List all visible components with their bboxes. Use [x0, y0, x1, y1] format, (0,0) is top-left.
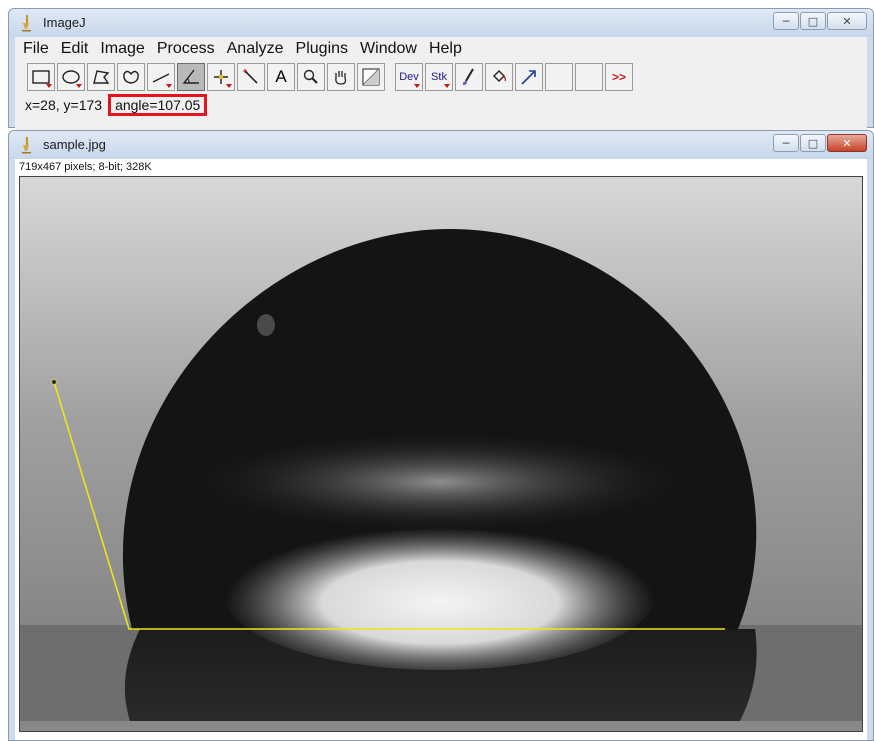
dropdown-indicator-icon [46, 84, 52, 88]
text-tool-button[interactable]: A [267, 63, 295, 91]
more-tools-icon: >> [611, 70, 626, 84]
image-window-controls: ─ □ ✕ [773, 134, 867, 152]
maximize-button[interactable]: □ [800, 12, 826, 30]
maximize-button[interactable]: □ [800, 134, 826, 152]
rectangle-tool-button[interactable] [27, 63, 55, 91]
close-icon: ✕ [842, 14, 852, 28]
main-window-body: File Edit Image Process Analyze Plugins … [15, 37, 867, 135]
imagej-microscope-icon [22, 15, 31, 32]
status-bar: x=28, y=173 angle=107.05 [15, 93, 867, 117]
image-title-bar[interactable]: sample.jpg ─ □ ✕ [9, 131, 873, 159]
dropdown-indicator-icon [414, 84, 420, 88]
droplet-image [20, 177, 862, 721]
close-button[interactable]: ✕ [827, 134, 867, 152]
image-canvas[interactable] [19, 176, 863, 732]
angle-tool-button[interactable] [177, 63, 205, 91]
dev-menu-button[interactable]: Dev [395, 63, 423, 91]
line-tool-button[interactable] [147, 63, 175, 91]
tool-bar: A Dev Stk >> [15, 61, 867, 93]
main-title-bar[interactable]: ImageJ ─ □ ✕ [9, 9, 873, 37]
angle-readout: angle=107.05 [108, 94, 208, 116]
image-info: 719x467 pixels; 8-bit; 328K [19, 161, 152, 173]
angle-icon [182, 69, 199, 84]
wand-tool-button[interactable] [237, 63, 265, 91]
empty-tool-slot-1[interactable] [545, 63, 573, 91]
arrow-tool-button[interactable] [515, 63, 543, 91]
maximize-icon: □ [807, 14, 819, 28]
stk-menu-button[interactable]: Stk [425, 63, 453, 91]
imagej-microscope-icon [22, 137, 31, 154]
color-picker-icon [362, 68, 380, 86]
minimize-button[interactable]: ─ [773, 12, 799, 30]
droplet-specular [257, 314, 275, 336]
magnifier-icon [303, 69, 318, 84]
minimize-icon: ─ [782, 14, 790, 28]
more-tools-button[interactable]: >> [605, 63, 633, 91]
text-tool-icon: A [275, 67, 287, 86]
dropdown-indicator-icon [444, 84, 450, 88]
polygon-tool-button[interactable] [87, 63, 115, 91]
magnifier-tool-button[interactable] [297, 63, 325, 91]
menu-plugins[interactable]: Plugins [290, 40, 354, 58]
scrolling-tool-button[interactable] [327, 63, 355, 91]
image-window-title: sample.jpg [43, 137, 106, 152]
point-tool-button[interactable] [207, 63, 235, 91]
dropdown-indicator-icon [166, 84, 172, 88]
empty-tool-slot-2[interactable] [575, 63, 603, 91]
color-picker-tool-button[interactable] [357, 63, 385, 91]
minimize-button[interactable]: ─ [773, 134, 799, 152]
angle-vertex-handle[interactable] [51, 379, 57, 385]
menu-analyze[interactable]: Analyze [221, 40, 290, 58]
cursor-coords: x=28, y=173 [25, 97, 103, 113]
arrow-icon [521, 70, 536, 85]
wand-icon [243, 69, 258, 84]
dropdown-indicator-icon [76, 84, 82, 88]
menu-help[interactable]: Help [423, 40, 468, 58]
image-window-body: 719x467 pixels; 8-bit; 328K [15, 159, 867, 740]
dev-label: Dev [399, 71, 419, 83]
main-window-title: ImageJ [43, 15, 86, 30]
dropdown-indicator-icon [226, 84, 232, 88]
hand-icon [335, 71, 347, 85]
menu-window[interactable]: Window [354, 40, 423, 58]
menu-image[interactable]: Image [94, 40, 150, 58]
menu-file[interactable]: File [15, 40, 55, 58]
brush-tool-button[interactable] [455, 63, 483, 91]
imagej-main-window: ImageJ ─ □ ✕ File Edit Image Process Ana… [8, 8, 874, 135]
minimize-icon: ─ [782, 136, 790, 150]
paint-bucket-icon [493, 70, 507, 82]
brush-icon [462, 68, 474, 85]
stk-label: Stk [431, 71, 447, 83]
maximize-icon: □ [807, 136, 819, 150]
close-icon: ✕ [842, 136, 852, 150]
oval-tool-button[interactable] [57, 63, 85, 91]
flood-fill-tool-button[interactable] [485, 63, 513, 91]
main-window-controls: ─ □ ✕ [773, 12, 867, 30]
menu-edit[interactable]: Edit [55, 40, 95, 58]
close-button[interactable]: ✕ [827, 12, 867, 30]
droplet-lens-highlight [225, 520, 655, 670]
menu-bar: File Edit Image Process Analyze Plugins … [15, 37, 867, 61]
droplet-band [190, 432, 690, 532]
menu-process[interactable]: Process [151, 40, 221, 58]
freehand-icon [123, 70, 139, 84]
polygon-icon [93, 70, 110, 84]
freehand-tool-button[interactable] [117, 63, 145, 91]
image-window: sample.jpg ─ □ ✕ 719x467 pixels; 8-bit; … [8, 130, 874, 741]
